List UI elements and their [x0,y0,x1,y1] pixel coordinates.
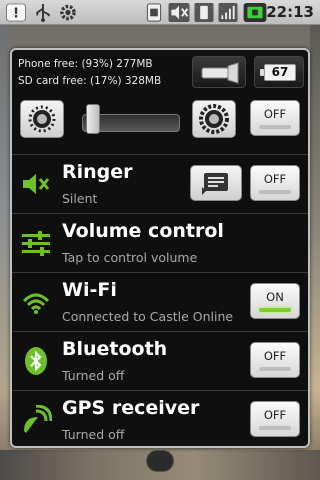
power-control-panel: Phone free: (93%) 277MB SD card free: (1… [10,48,310,448]
notification-icon [202,173,228,195]
toggle-indicator [259,190,291,194]
battery-button[interactable]: 67 [254,56,304,88]
ringer-row[interactable]: Ringer Silent OFF [12,154,308,212]
volume-control-title: Volume control [62,220,224,242]
ringer-mode-button[interactable] [190,165,242,201]
ringer-toggle[interactable]: OFF [250,165,300,201]
volume-control-subtitle: Tap to control volume [62,250,198,265]
speaker-mute-icon [23,174,50,194]
brightness-up-button[interactable] [192,100,236,138]
bluetooth-title: Bluetooth [62,338,168,360]
usb-debug-icon [36,3,50,22]
toggle-label: OFF [263,349,287,363]
sim-icon [146,3,162,22]
toggle-label: OFF [263,107,287,121]
brightness-high-icon [199,104,229,134]
flashlight-button[interactable] [192,56,246,88]
toggle-indicator [259,125,291,129]
toggle-label: OFF [263,172,287,186]
launcher-button[interactable] [146,450,174,472]
satellite-icon [24,405,52,433]
toggle-indicator [259,367,291,371]
ringer-title: Ringer [62,161,133,183]
wallpaper-right [310,24,320,480]
toggle-label: OFF [263,408,287,422]
volume-control-row[interactable]: Volume control Tap to control volume [12,213,308,271]
gps-status: Turned off [62,427,125,442]
battery-charging-icon [243,3,267,22]
flashlight-icon [201,62,239,84]
toggle-label: ON [266,290,284,304]
vibrate-icon [194,3,214,22]
brightness-row: OFF [12,94,308,144]
wifi-status: Connected to Castle Online [62,309,234,324]
brightness-low-icon [28,105,56,133]
status-bar[interactable]: ! 22:13 [0,0,320,25]
mute-icon [168,3,190,22]
usb-icon: ! [6,3,26,22]
clock: 22:13 [266,3,314,21]
wifi-icon [22,293,50,314]
gps-title: GPS receiver [62,397,200,419]
sd-free-text: SD card free: (17%) 328MB [18,75,162,87]
settings-icon [60,4,76,21]
wallpaper-left [0,24,10,480]
ringer-status: Silent [62,191,98,206]
svg-text:!: ! [13,6,19,21]
bluetooth-row[interactable]: Bluetooth Turned off OFF [12,331,308,389]
wifi-row[interactable]: Wi-Fi Connected to Castle Online ON [12,272,308,330]
bluetooth-toggle[interactable]: OFF [250,342,300,378]
brightness-down-button[interactable] [20,100,64,138]
wifi-toggle[interactable]: ON [250,283,300,319]
phone-free-text: Phone free: (93%) 277MB [18,58,153,70]
signal-icon [218,3,238,22]
brightness-slider-thumb[interactable] [86,104,101,134]
brightness-auto-toggle[interactable]: OFF [250,100,300,136]
wifi-title: Wi-Fi [62,279,117,301]
storage-info: Phone free: (93%) 277MB SD card free: (1… [18,56,161,90]
gps-row[interactable]: GPS receiver Turned off OFF [12,390,308,448]
sliders-icon [22,231,50,256]
battery-level: 67 [264,64,296,81]
toggle-indicator [259,426,291,430]
gps-toggle[interactable]: OFF [250,401,300,437]
bluetooth-status: Turned off [62,368,125,383]
toggle-indicator [259,308,291,312]
bluetooth-icon [25,347,47,375]
